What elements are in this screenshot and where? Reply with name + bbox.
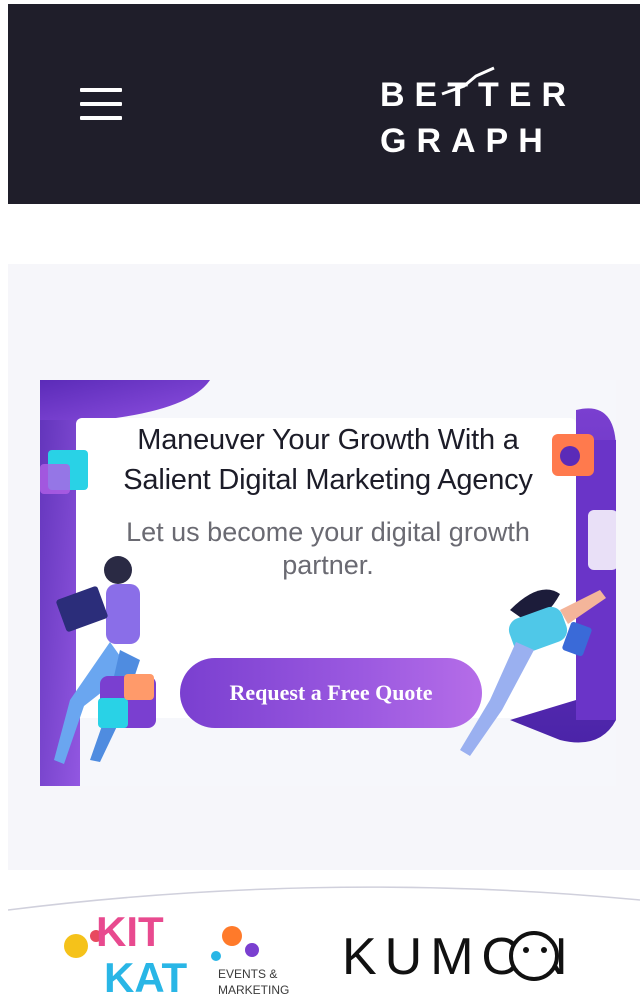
kitkat-word2: KAT xyxy=(104,954,188,998)
hero-text: Maneuver Your Growth With a Salient Digi… xyxy=(116,420,540,582)
page: BETTER GRAPH Maneuver Your Growth With a… xyxy=(0,0,640,998)
hamburger-menu-icon[interactable] xyxy=(80,88,122,124)
kitkat-logo: KIT KAT EVENTS & MARKETING xyxy=(64,908,289,998)
hero-subtitle: Let us become your digital growth partne… xyxy=(126,517,530,580)
kumon-logo: KUMON xyxy=(342,928,568,986)
kitkat-tagline1: EVENTS & xyxy=(218,967,277,981)
kitkat-word1: KIT xyxy=(96,908,164,955)
logo-line1: BETTER xyxy=(380,76,576,114)
better-graph-logo[interactable]: BETTER GRAPH xyxy=(376,64,576,160)
request-quote-button[interactable]: Request a Free Quote xyxy=(180,658,482,728)
kitkat-tagline2: MARKETING xyxy=(218,983,289,997)
hero-title: Maneuver Your Growth With a Salient Digi… xyxy=(123,424,533,496)
logo-line2: GRAPH xyxy=(380,122,553,160)
hero-banner: Maneuver Your Growth With a Salient Digi… xyxy=(40,380,616,786)
clients-strip: KIT KAT EVENTS & MARKETING KUMON xyxy=(8,870,640,998)
site-header: BETTER GRAPH xyxy=(8,4,640,204)
